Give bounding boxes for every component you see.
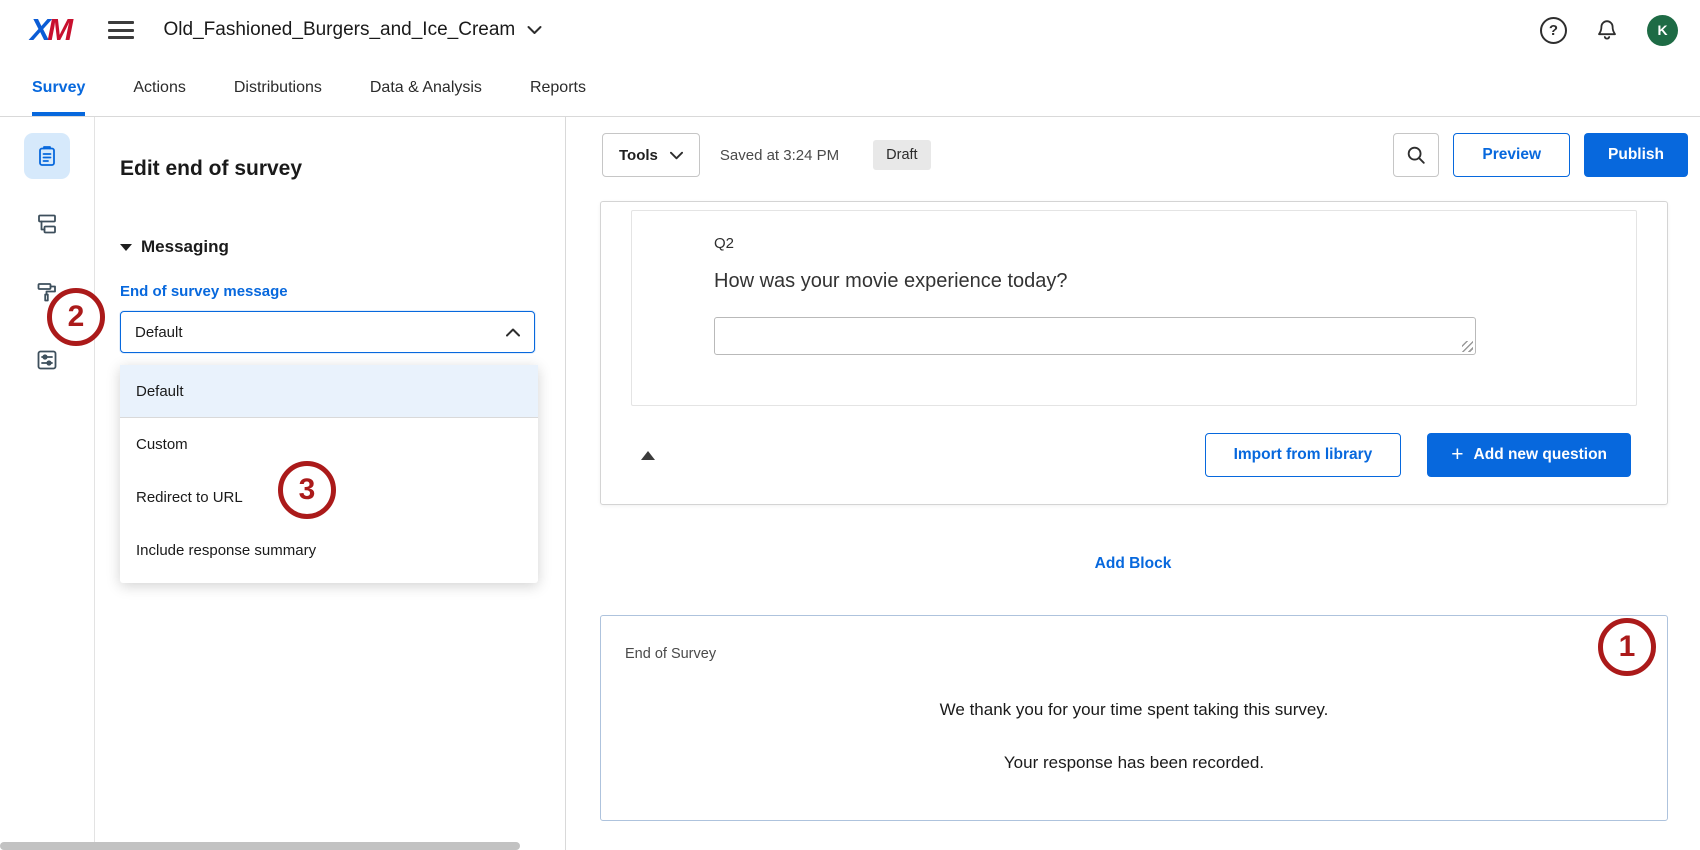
end-of-survey-message-link[interactable]: End of survey message <box>120 283 288 300</box>
end-of-survey-card[interactable]: End of Survey We thank you for your time… <box>600 615 1668 821</box>
avatar[interactable]: K <box>1647 15 1678 46</box>
plus-icon: + <box>1451 444 1463 465</box>
menu-item-default[interactable]: Default <box>120 365 538 418</box>
question-card[interactable]: Q2 How was your movie experience today? <box>631 210 1637 406</box>
rail-survey-flow-button[interactable] <box>24 201 70 247</box>
publish-button[interactable]: Publish <box>1584 133 1688 177</box>
horizontal-scrollbar[interactable] <box>0 842 520 850</box>
annotation-circle-3: 3 <box>278 461 336 519</box>
tools-button[interactable]: Tools <box>602 133 700 177</box>
save-status: Saved at 3:24 PM <box>720 147 839 164</box>
top-bar-right: ? K <box>1540 15 1678 46</box>
main-nav-tabs: Survey Actions Distributions Data & Anal… <box>0 60 1700 117</box>
survey-title: Old_Fashioned_Burgers_and_Ice_Cream <box>164 19 516 41</box>
survey-canvas: Tools Saved at 3:24 PM Draft Preview Pub… <box>566 117 1700 850</box>
draft-badge: Draft <box>873 140 930 170</box>
xm-logo-m: M <box>47 12 71 48</box>
survey-flow-icon <box>35 212 59 236</box>
import-from-library-button[interactable]: Import from library <box>1205 433 1402 477</box>
tab-actions[interactable]: Actions <box>133 60 185 116</box>
search-button[interactable] <box>1393 133 1439 177</box>
question-block-card: Q2 How was your movie experience today? … <box>600 201 1668 505</box>
collapse-block-toggle[interactable] <box>641 451 655 460</box>
menu-item-custom[interactable]: Custom <box>120 418 538 471</box>
question-id: Q2 <box>714 235 1636 252</box>
menu-item-include-response-summary[interactable]: Include response summary <box>120 524 538 577</box>
chevron-down-icon <box>670 151 683 160</box>
thank-you-text: We thank you for your time spent taking … <box>601 700 1667 720</box>
tab-survey[interactable]: Survey <box>32 60 85 116</box>
panel-title: Edit end of survey <box>120 157 535 181</box>
survey-title-dropdown[interactable]: Old_Fashioned_Burgers_and_Ice_Cream <box>164 19 543 41</box>
search-icon <box>1405 144 1427 166</box>
message-type-selected-value: Default <box>135 324 183 341</box>
caret-down-icon <box>120 244 132 251</box>
block-footer: Import from library + Add new question <box>637 433 1631 477</box>
annotation-circle-1: 1 <box>1598 618 1656 676</box>
chevron-up-icon <box>506 328 520 337</box>
rail-survey-options-button[interactable] <box>24 337 70 383</box>
block-footer-buttons: Import from library + Add new question <box>1205 433 1631 477</box>
annotation-circle-2: 2 <box>47 288 105 346</box>
canvas-toolbar-right: Preview Publish <box>1393 133 1688 177</box>
canvas-toolbar: Tools Saved at 3:24 PM Draft Preview Pub… <box>602 133 1688 177</box>
hamburger-menu-icon[interactable] <box>108 17 134 44</box>
messaging-section-label: Messaging <box>141 237 229 257</box>
chevron-down-icon <box>527 25 542 35</box>
end-of-survey-label: End of Survey <box>625 646 716 662</box>
rail-survey-builder-button[interactable] <box>24 133 70 179</box>
question-text-entry-box[interactable] <box>714 317 1476 355</box>
preview-button[interactable]: Preview <box>1453 133 1570 177</box>
help-button[interactable]: ? <box>1540 17 1567 44</box>
message-type-select[interactable]: Default <box>120 311 535 353</box>
add-new-question-button[interactable]: + Add new question <box>1427 433 1631 477</box>
xm-logo: X M <box>30 12 72 48</box>
tab-data-analysis[interactable]: Data & Analysis <box>370 60 482 116</box>
messaging-section-header[interactable]: Messaging <box>120 237 535 257</box>
left-icon-rail <box>0 117 95 850</box>
survey-builder-clipboard-icon <box>35 144 59 168</box>
response-recorded-text: Your response has been recorded. <box>601 753 1667 773</box>
qualtrics-survey-editor: X M Old_Fashioned_Burgers_and_Ice_Cream … <box>0 0 1700 850</box>
tab-distributions[interactable]: Distributions <box>234 60 322 116</box>
tab-reports[interactable]: Reports <box>530 60 586 116</box>
survey-options-sliders-icon <box>35 348 59 372</box>
top-bar: X M Old_Fashioned_Burgers_and_Ice_Cream … <box>0 0 1700 60</box>
add-block-link[interactable]: Add Block <box>566 555 1700 573</box>
question-mark-glyph: ? <box>1549 22 1558 39</box>
notifications-bell-icon[interactable] <box>1595 18 1619 42</box>
question-text[interactable]: How was your movie experience today? <box>714 270 1636 293</box>
